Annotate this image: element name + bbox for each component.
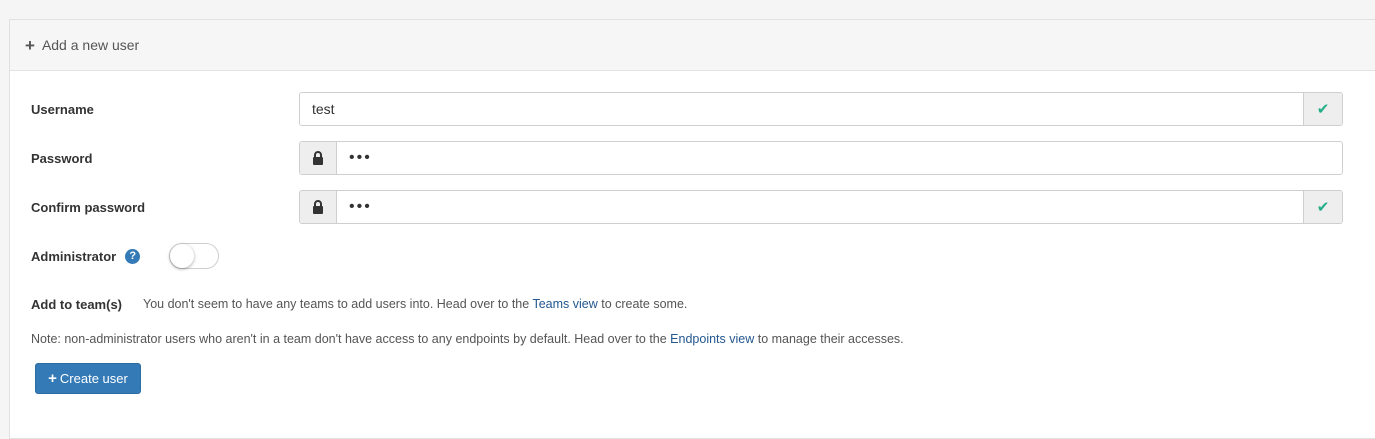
administrator-row: Administrator ? bbox=[31, 239, 141, 273]
teams-row: Add to team(s) You don't seem to have an… bbox=[31, 287, 687, 321]
check-icon: ✔ bbox=[1316, 101, 1330, 118]
username-input-group: ✔ bbox=[299, 92, 1343, 126]
password-input[interactable] bbox=[337, 142, 1342, 174]
toggle-knob bbox=[170, 244, 194, 268]
check-icon: ✔ bbox=[1316, 199, 1330, 216]
panel-header: + Add a new user bbox=[10, 20, 1375, 71]
username-input[interactable] bbox=[300, 93, 1303, 125]
confirm-password-row: Confirm password bbox=[31, 190, 145, 224]
password-lock-addon bbox=[300, 142, 337, 174]
username-row: Username bbox=[31, 92, 94, 126]
confirm-password-valid-addon: ✔ bbox=[1303, 191, 1342, 223]
note-text-after: to manage their accesses. bbox=[754, 332, 904, 346]
plus-icon: + bbox=[48, 370, 57, 387]
username-label: Username bbox=[31, 101, 94, 117]
teams-view-link[interactable]: Teams view bbox=[532, 297, 597, 311]
administrator-label: Administrator bbox=[31, 248, 117, 264]
note-text: Note: non-administrator users who aren't… bbox=[31, 332, 904, 346]
password-input-group bbox=[299, 141, 1343, 175]
teams-text-before: You don't seem to have any teams to add … bbox=[143, 297, 533, 311]
note-row: Note: non-administrator users who aren't… bbox=[31, 322, 904, 356]
administrator-toggle[interactable] bbox=[169, 243, 219, 269]
password-row: Password bbox=[31, 141, 92, 175]
add-user-panel: + Add a new user Username ✔ Password Con… bbox=[9, 19, 1375, 439]
help-icon[interactable]: ? bbox=[125, 248, 141, 264]
teams-info: You don't seem to have any teams to add … bbox=[143, 297, 687, 311]
endpoints-view-link[interactable]: Endpoints view bbox=[670, 332, 754, 346]
panel-title: Add a new user bbox=[41, 37, 140, 53]
teams-label: Add to team(s) bbox=[31, 296, 122, 312]
create-user-button[interactable]: + Create user bbox=[35, 363, 141, 394]
confirm-password-input-group: ✔ bbox=[299, 190, 1343, 224]
confirm-password-input[interactable] bbox=[337, 191, 1303, 223]
confirm-password-lock-addon bbox=[300, 191, 337, 223]
plus-icon: + bbox=[25, 35, 35, 55]
lock-icon bbox=[313, 200, 323, 214]
username-valid-addon: ✔ bbox=[1303, 93, 1342, 125]
confirm-password-label: Confirm password bbox=[31, 199, 146, 215]
password-label: Password bbox=[31, 150, 93, 166]
lock-icon bbox=[313, 151, 323, 165]
create-user-label: Create user bbox=[59, 371, 128, 386]
note-text-before: Note: non-administrator users who aren't… bbox=[31, 332, 671, 346]
teams-text-after: to create some. bbox=[597, 297, 688, 311]
